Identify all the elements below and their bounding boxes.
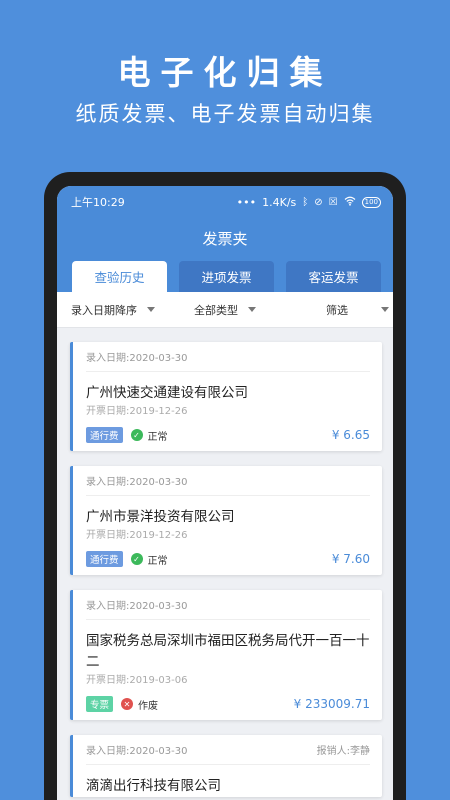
invoice-card[interactable]: 录入日期:2020-03-30 国家税务总局深圳市福田区税务局代开一百一十二 开… [70,590,382,720]
network-speed: 1.4K/s [262,195,297,209]
invoice-type-tag: 通行费 [86,551,123,567]
status-dots: ••• [236,195,257,209]
promo-title: 电子化归集 [117,53,333,92]
issue-date: 开票日期:2019-12-26 [86,530,188,541]
app-title: 发票夹 [202,230,248,248]
card-header: 录入日期:2020-03-30 [86,342,370,372]
invoice-card[interactable]: 录入日期:2020-03-30 报销人:李静 滴滴出行科技有限公司 [70,735,382,797]
tab-check-history[interactable]: 查验历史 [72,261,167,292]
card-status-group: 专票 ✕ 作废 [86,696,158,712]
battery-icon: 100 [361,196,381,208]
status-text: 正常 [147,431,168,443]
check-icon: ✓ [130,553,143,565]
company-name: 滴滴出行科技有限公司 [86,778,221,794]
company-name: 广州快速交通建设有限公司 [86,385,248,401]
status-time: 上午10:29 [71,196,125,209]
tab-passenger-invoice[interactable]: 客运发票 [286,261,381,292]
type-filter-dropdown[interactable]: 全部类型 [169,302,281,318]
check-icon: ✓ [130,429,143,441]
entry-date: 录入日期:2020-03-30 [86,601,188,612]
entry-date: 录入日期:2020-03-30 [86,477,188,488]
company-name: 国家税务总局深圳市福田区税务局代开一百一十二 [86,633,370,670]
app-header: 上午10:29 ••• 1.4K/s ᛒ ⊘ ☒ 100 发票夹 查验历史 进项… [57,186,393,292]
invoice-card[interactable]: 录入日期:2020-03-30 广州快速交通建设有限公司 开票日期:2019-1… [70,342,382,451]
invoice-list: 录入日期:2020-03-30 广州快速交通建设有限公司 开票日期:2019-1… [57,328,393,797]
sim-icon: ☒ [328,196,338,208]
card-status-group: 通行费 ✓ 正常 [86,427,168,443]
status-text: 正常 [147,555,168,567]
card-footer: 通行费 ✓ 正常 ¥ 7.60 [86,543,370,575]
invoice-type-tag: 通行费 [86,427,123,443]
company-name: 广州市景洋投资有限公司 [86,509,235,525]
type-filter-label: 全部类型 [194,303,238,317]
mute-icon: ⊘ [314,196,323,208]
chevron-down-icon [248,307,256,312]
card-header: 录入日期:2020-03-30 报销人:李静 [86,735,370,765]
tab-input-invoice[interactable]: 进项发票 [179,261,274,292]
card-status-group: 通行费 ✓ 正常 [86,551,168,567]
issue-date: 开票日期:2019-03-06 [86,675,188,686]
chevron-down-icon [381,307,389,312]
status-right: ••• 1.4K/s ᛒ ⊘ ☒ 100 [237,196,381,209]
void-icon: ✕ [121,698,134,710]
screen-filter-label: 筛选 [326,303,348,317]
entry-date: 录入日期:2020-03-30 [86,746,188,757]
invoice-amount: ¥ 7.60 [331,552,370,566]
status-bar: 上午10:29 ••• 1.4K/s ᛒ ⊘ ☒ 100 [57,186,393,218]
filter-bar: 录入日期降序 全部类型 筛选 [57,292,393,328]
tab-bar: 查验历史 进项发票 客运发票 [72,261,381,292]
status-text: 作废 [138,700,159,712]
promo-subtitle: 纸质发票、电子发票自动归集 [75,102,375,126]
app-screen: 上午10:29 ••• 1.4K/s ᛒ ⊘ ☒ 100 发票夹 查验历史 进项… [57,186,393,800]
chevron-down-icon [147,307,155,312]
card-footer: 通行费 ✓ 正常 ¥ 6.65 [86,419,370,451]
sort-filter-label: 录入日期降序 [71,303,137,317]
bluetooth-icon: ᛒ [302,196,309,208]
invoice-type-tag: 专票 [86,696,114,712]
issue-date: 开票日期:2019-12-26 [86,406,188,417]
invoice-amount: ¥ 233009.71 [293,697,370,711]
sort-filter-dropdown[interactable]: 录入日期降序 [57,302,169,318]
card-header: 录入日期:2020-03-30 [86,466,370,496]
reporter: 报销人:李静 [316,746,370,757]
screen-filter-dropdown[interactable]: 筛选 [281,302,393,318]
card-footer: 专票 ✕ 作废 ¥ 233009.71 [86,688,370,720]
invoice-amount: ¥ 6.65 [331,428,370,442]
card-header: 录入日期:2020-03-30 [86,590,370,620]
invoice-card[interactable]: 录入日期:2020-03-30 广州市景洋投资有限公司 开票日期:2019-12… [70,466,382,575]
entry-date: 录入日期:2020-03-30 [86,353,188,364]
wifi-icon [344,196,356,209]
